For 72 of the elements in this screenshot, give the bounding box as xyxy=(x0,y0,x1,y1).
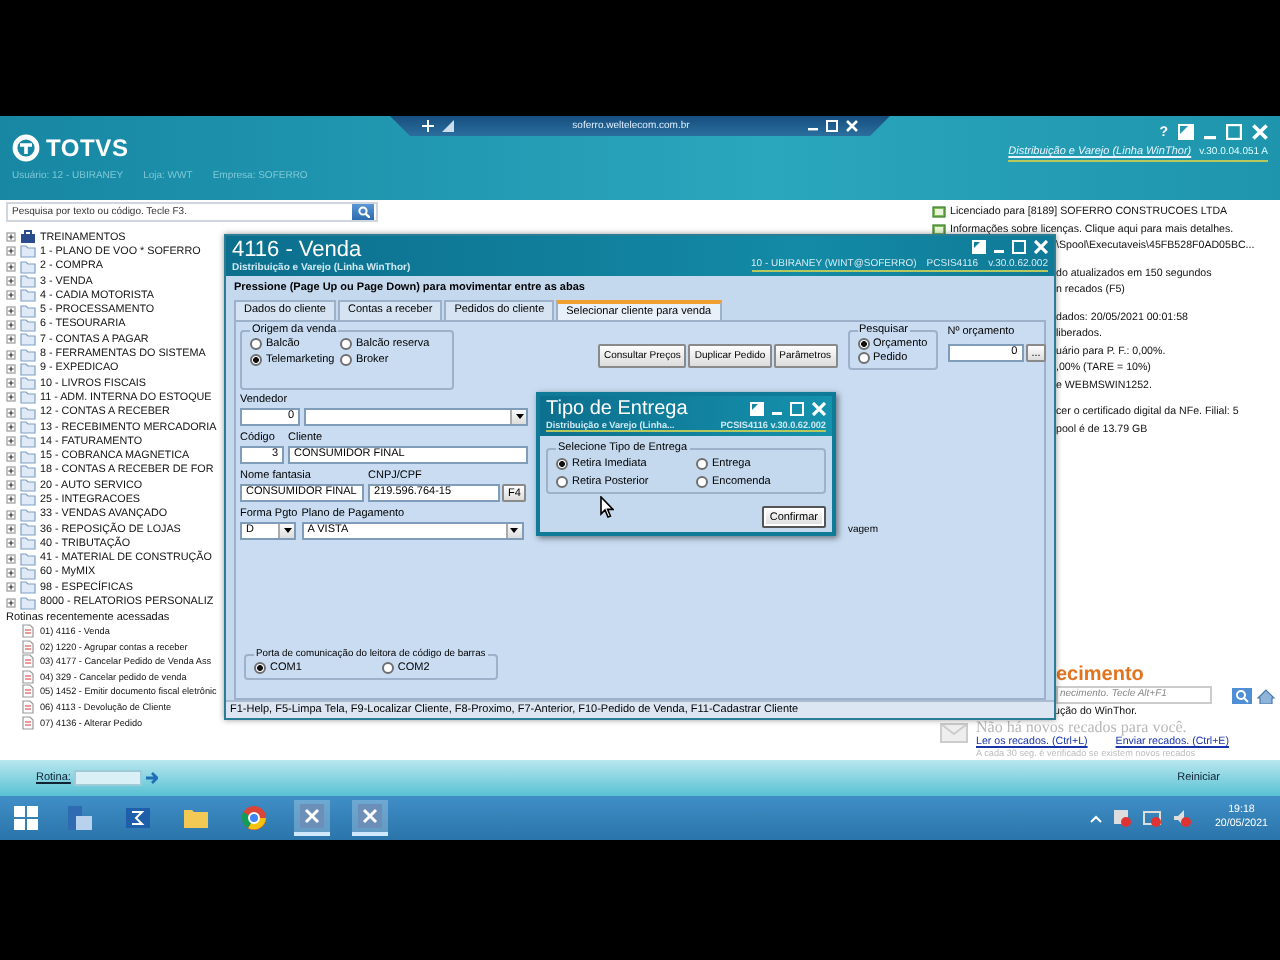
dropdown-field[interactable] xyxy=(304,408,528,426)
expand-icon xyxy=(6,538,16,549)
taskbar-app-button[interactable] xyxy=(236,800,272,836)
expand-icon xyxy=(6,597,16,608)
envelope-icon xyxy=(940,720,968,744)
expand-icon xyxy=(6,436,16,447)
logo-text: TOTVS xyxy=(46,133,129,161)
tray-icon xyxy=(1112,808,1133,828)
close-icon xyxy=(1034,240,1048,254)
caret-down-icon xyxy=(283,528,291,534)
arrow-right-icon xyxy=(146,772,159,784)
expand-icon xyxy=(6,509,16,520)
search-icon xyxy=(1232,687,1252,703)
caret-down-icon xyxy=(510,528,519,534)
expand-icon xyxy=(6,524,16,535)
expand-icon xyxy=(6,553,16,564)
expand-icon xyxy=(6,451,16,462)
windows-start-icon xyxy=(12,804,40,832)
search-button[interactable] xyxy=(352,204,374,220)
expand-icon xyxy=(6,319,16,330)
expand-icon xyxy=(6,246,16,257)
taskbar-app-button[interactable] xyxy=(294,800,330,836)
expand-icon xyxy=(6,480,16,491)
expand-icon xyxy=(6,378,16,389)
section-heading: ecimento xyxy=(1054,664,1146,686)
mouse-cursor-icon xyxy=(600,496,614,518)
caret-up-icon xyxy=(1090,813,1103,823)
browser-icon xyxy=(240,804,268,832)
expand-icon xyxy=(6,392,16,403)
rotina-field[interactable] xyxy=(74,770,143,786)
app-icon xyxy=(356,802,384,830)
expand-icon xyxy=(6,276,16,287)
expand-icon xyxy=(6,290,16,301)
logo-icon xyxy=(12,133,40,161)
dialog-title: Tipo de Entrega xyxy=(546,398,688,420)
caret-down-icon xyxy=(515,414,523,420)
expand-icon xyxy=(6,349,16,360)
restore-icon xyxy=(1178,124,1194,140)
expand-icon xyxy=(6,334,16,345)
maximize-icon xyxy=(1226,124,1242,140)
restore-icon xyxy=(825,120,838,132)
folder-icon xyxy=(182,804,210,832)
expand-icon xyxy=(6,232,16,243)
restore-icon xyxy=(972,240,986,254)
maximize-icon xyxy=(1012,240,1026,254)
taskbar-app-button[interactable] xyxy=(62,800,98,836)
window-title: 4116 - Venda xyxy=(232,238,364,262)
server-icon xyxy=(66,804,94,832)
expand-icon xyxy=(6,261,16,272)
expand-icon xyxy=(6,582,16,593)
network-icon xyxy=(1142,808,1163,828)
expand-icon xyxy=(6,363,16,374)
signal-icon xyxy=(442,120,454,132)
expand-icon xyxy=(6,422,16,432)
sigma-icon xyxy=(124,804,152,832)
expand-icon xyxy=(6,567,16,578)
speaker-icon xyxy=(1172,808,1193,828)
briefcase-icon xyxy=(20,230,36,245)
expand-icon xyxy=(6,407,16,418)
expand-icon xyxy=(6,465,16,476)
no-messages-text: Não há novos recados para você. xyxy=(976,720,1189,736)
search-icon xyxy=(357,206,369,218)
home-icon xyxy=(1256,687,1276,703)
maximize-icon xyxy=(790,402,804,416)
taskbar-app-button[interactable] xyxy=(352,800,388,836)
close-icon xyxy=(845,120,858,132)
app-icon xyxy=(298,802,326,830)
restore-icon xyxy=(750,402,764,416)
expand-icon xyxy=(6,494,16,505)
close-icon xyxy=(1252,124,1268,140)
expand-icon xyxy=(6,305,16,316)
close-icon xyxy=(812,402,826,416)
